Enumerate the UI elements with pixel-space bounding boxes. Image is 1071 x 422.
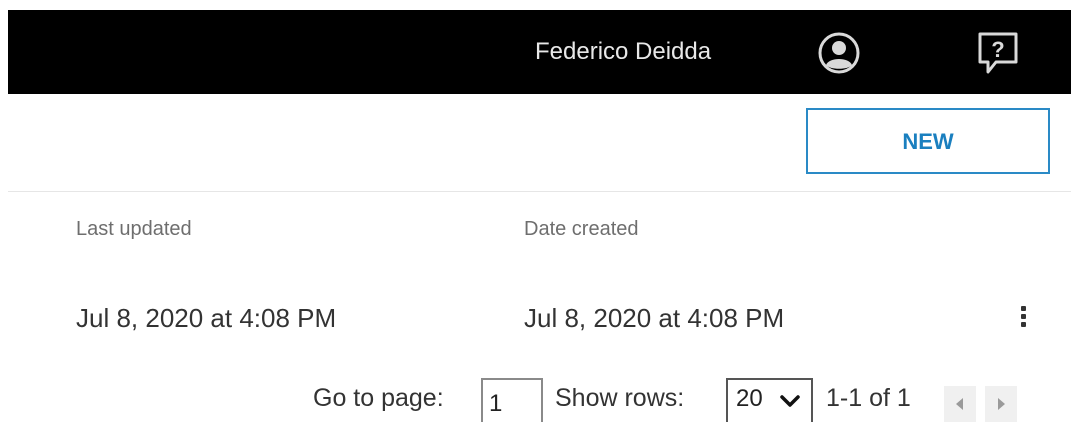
cell-date-created: Jul 8, 2020 at 4:08 PM (524, 303, 785, 333)
rows-per-page-value: 20 (736, 385, 763, 412)
chevron-down-icon (778, 386, 802, 410)
help-icon[interactable]: ? (976, 30, 1020, 78)
svg-text:?: ? (991, 37, 1004, 62)
account-circle-icon[interactable] (818, 32, 860, 74)
go-to-page-label: Go to page: (313, 384, 444, 412)
page-number-input[interactable] (481, 378, 543, 422)
new-button[interactable]: NEW (806, 108, 1050, 174)
page: Federico Deidda ? NEW Last updated Date … (0, 0, 1071, 422)
show-rows-label: Show rows: (555, 384, 685, 412)
user-name[interactable]: Federico Deidda (535, 10, 711, 94)
next-page-button[interactable] (985, 386, 1017, 422)
previous-page-button[interactable] (944, 386, 976, 422)
page-range-text: 1-1 of 1 (826, 384, 911, 412)
column-header-last-updated[interactable]: Last updated (76, 218, 192, 241)
chevron-right-icon (998, 398, 1005, 410)
top-header-bar: Federico Deidda ? (8, 10, 1071, 94)
chevron-left-icon (956, 398, 963, 410)
cell-last-updated: Jul 8, 2020 at 4:08 PM (76, 303, 337, 333)
more-vertical-icon[interactable] (1016, 306, 1030, 332)
divider (8, 191, 1071, 192)
column-header-date-created[interactable]: Date created (524, 218, 639, 241)
rows-per-page-select[interactable]: 20 (726, 378, 813, 422)
